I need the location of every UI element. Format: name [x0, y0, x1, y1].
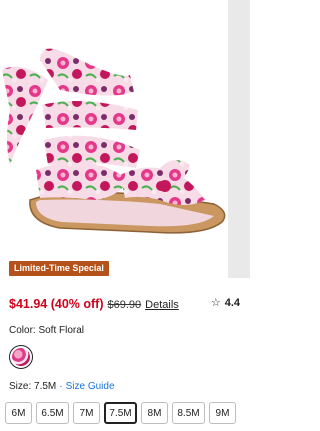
size-option-8m[interactable]: 8M — [141, 402, 168, 424]
rating[interactable]: ☆ 4.4 — [210, 296, 240, 310]
original-price: $69.90 — [107, 299, 142, 311]
color-swatch-soft-floral[interactable] — [9, 345, 33, 369]
size-label: Size: 7.5M — [9, 381, 57, 392]
size-option-7-5m[interactable]: 7.5M — [104, 402, 137, 424]
size-row: Size: 7.5M · Size Guide — [9, 381, 115, 392]
sandal-illustration — [2, 48, 226, 234]
promo-badge: Limited-Time Special — [9, 261, 109, 276]
size-separator: · — [59, 381, 63, 392]
star-outline-icon: ☆ — [210, 297, 221, 309]
rating-value: 4.4 — [224, 296, 240, 309]
details-link[interactable]: Details — [145, 299, 179, 311]
sale-price: $41.94 (40% off) — [9, 297, 104, 311]
product-image[interactable] — [0, 0, 250, 278]
floral-swatch-icon — [12, 348, 30, 366]
size-option-9m[interactable]: 9M — [209, 402, 236, 424]
size-option-8-5m[interactable]: 8.5M — [172, 402, 205, 424]
size-option-6m[interactable]: 6M — [5, 402, 32, 424]
price-row: $41.94 (40% off) $69.90 Details — [9, 297, 179, 313]
next-image-preview[interactable] — [228, 0, 250, 278]
size-selector: 6M 6.5M 7M 7.5M 8M 8.5M 9M — [5, 402, 236, 424]
size-option-7m[interactable]: 7M — [73, 402, 100, 424]
size-guide-link[interactable]: Size Guide — [66, 381, 115, 392]
size-option-6-5m[interactable]: 6.5M — [36, 402, 69, 424]
color-label: Color: Soft Floral — [9, 325, 85, 336]
